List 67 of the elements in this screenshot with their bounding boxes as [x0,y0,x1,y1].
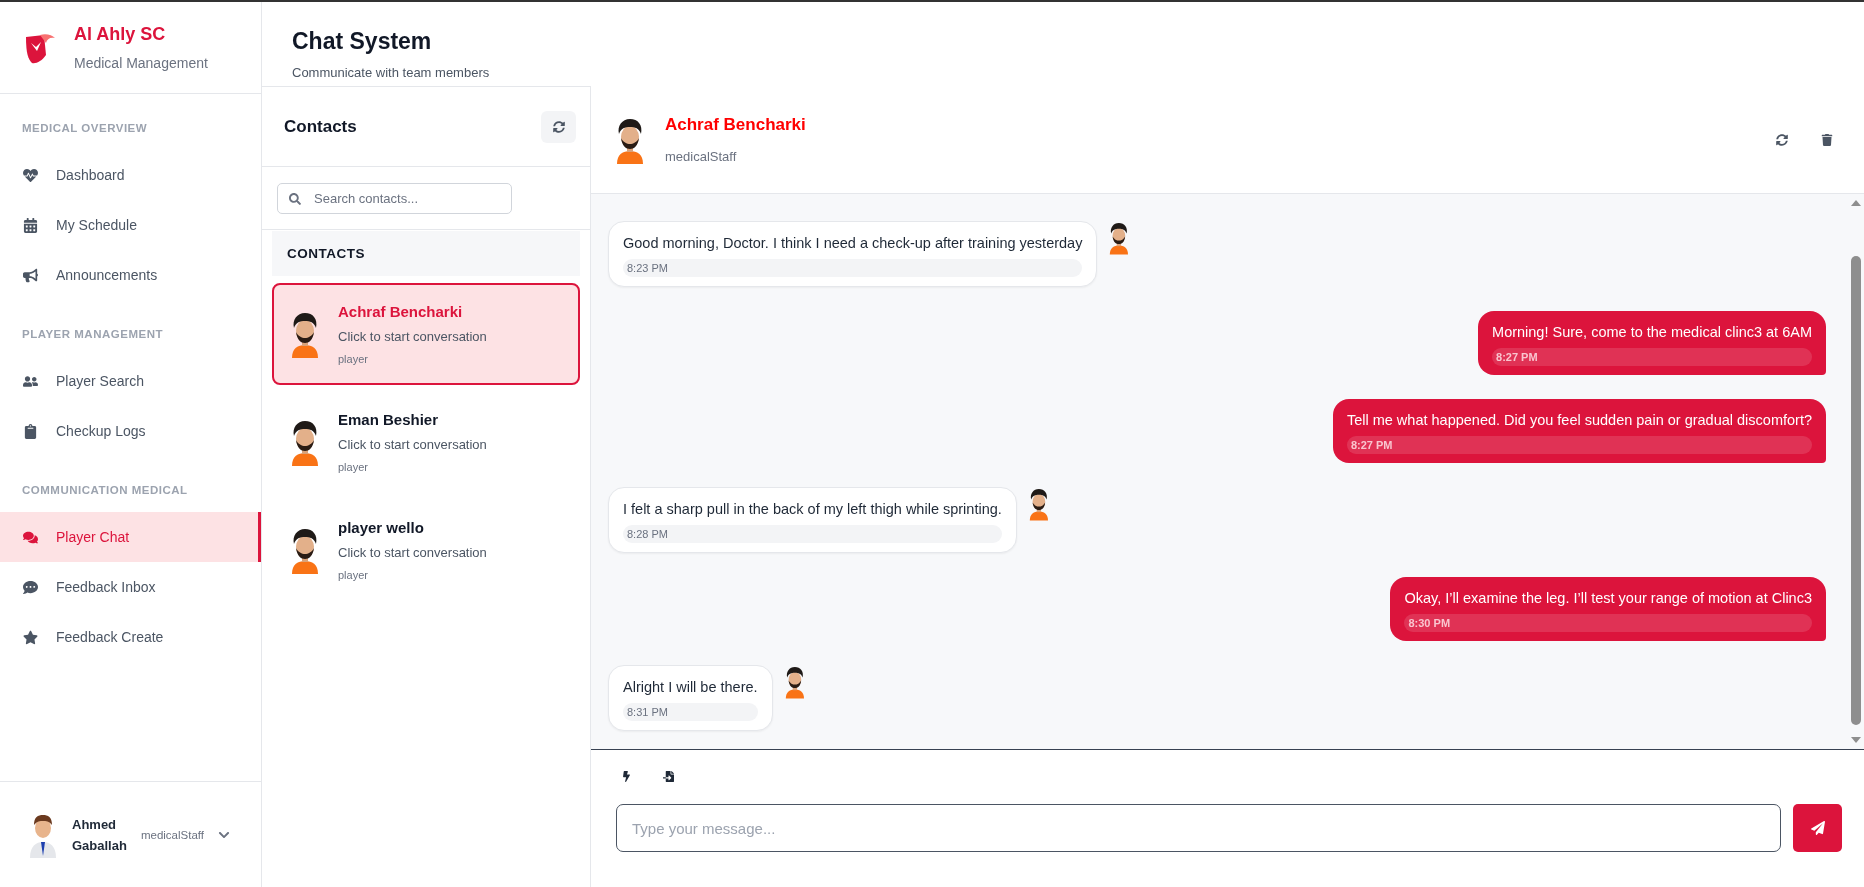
contact-role: player [338,569,369,581]
message-time: 8:31 PM [623,703,758,721]
nav-item[interactable]: Player Search [0,356,261,406]
star-icon [23,629,38,645]
contact-preview: Click to start conversation [338,545,487,560]
message-time: 8:28 PM [623,525,1002,543]
chat-contact-name: Achraf Bencharki [665,115,807,135]
contact-role: player [338,353,369,365]
message-time: 8:30 PM [1404,614,1812,632]
chat-icon [23,529,38,545]
nav-item[interactable]: Player Chat [0,512,261,562]
contact-name: Achraf Bencharki [338,303,464,320]
nav-section-title: COMMUNICATION MEDICAL [21,484,189,496]
nav-section-title: PLAYER MANAGEMENT [21,328,164,340]
nav-item[interactable]: Feedback Inbox [0,562,261,612]
chat-contact-role: medicalStaff [665,149,738,164]
send-icon [1810,821,1825,835]
page-subtitle: Communicate with team members [292,65,491,80]
scroll-up-icon[interactable] [1851,200,1861,206]
message-text: Okay, I’ll examine the leg. I’ll test your range of motion at Clinc3 [1404,590,1812,606]
refresh-icon [552,120,565,133]
message-time: 8:27 PM [1492,348,1812,366]
nav-item[interactable]: Feedback Create [0,612,261,662]
file-icon [662,770,674,782]
contact-preview: Click to start conversation [338,329,487,344]
brand-subtitle: Medical Management [74,55,208,71]
search-icon [289,192,301,205]
heartbeat-icon [23,167,38,183]
user-role: medicalStaff [140,828,204,841]
nav-section-title: MEDICAL OVERVIEW [21,122,149,134]
message-input[interactable]: Type your message... [616,804,1781,852]
contact-item[interactable]: Eman Beshier Click to start conversation player [272,391,580,493]
message-time: 8:27 PM [1346,436,1812,454]
megaphone-icon [23,267,38,283]
nav-item[interactable]: My Schedule [0,200,261,250]
message-text: I felt a sharp pull in the back of my left thigh while sprinting. [623,501,1002,517]
nav-item[interactable]: Dashboard [0,150,261,200]
contact-preview: Click to start conversation [338,437,487,452]
contact-item[interactable]: player wello Click to start conversation player [272,499,580,601]
search-field[interactable]: Search contacts... [277,182,512,214]
message-text: Alright I will be there. [623,679,758,695]
users-icon [23,373,38,389]
scroll-down-icon[interactable] [1851,737,1861,743]
contact-name: player wello [338,519,425,536]
clipboard-icon [23,423,38,439]
lightning-icon [620,770,632,782]
send-button[interactable] [1793,804,1842,852]
refresh-button[interactable] [541,110,576,143]
page-title: Chat System [292,28,433,55]
nav-item[interactable]: Checkup Logs [0,406,261,456]
contact-item[interactable]: Achraf Bencharki Click to start conversation player [272,283,580,385]
nav-item[interactable]: Announcements [0,250,261,300]
message-time: 8:23 PM [623,259,1083,277]
brand-name: Al Ahly SC [74,24,167,45]
message-text: Good morning, Doctor. I think I need a check-up after training yesterday [623,235,1083,251]
message-text: Morning! Sure, come to the medical clinc3 at 6AM [1492,324,1812,340]
message-text: Tell me what happened. Did you feel sudden pain or gradual discomfort? [1346,412,1812,428]
refresh-icon [1775,133,1788,146]
contacts-section-header: CONTACTS [272,231,580,276]
comment-icon [23,579,38,595]
calendar-icon [23,217,38,233]
contact-role: player [338,461,369,473]
contact-name: Eman Beshier [338,411,440,428]
scrollbar-thumb[interactable] [1851,256,1861,725]
user-name: Ahmed Gaballah [72,816,127,853]
contacts-title: Contacts [284,116,357,137]
trash-icon [1820,133,1833,146]
